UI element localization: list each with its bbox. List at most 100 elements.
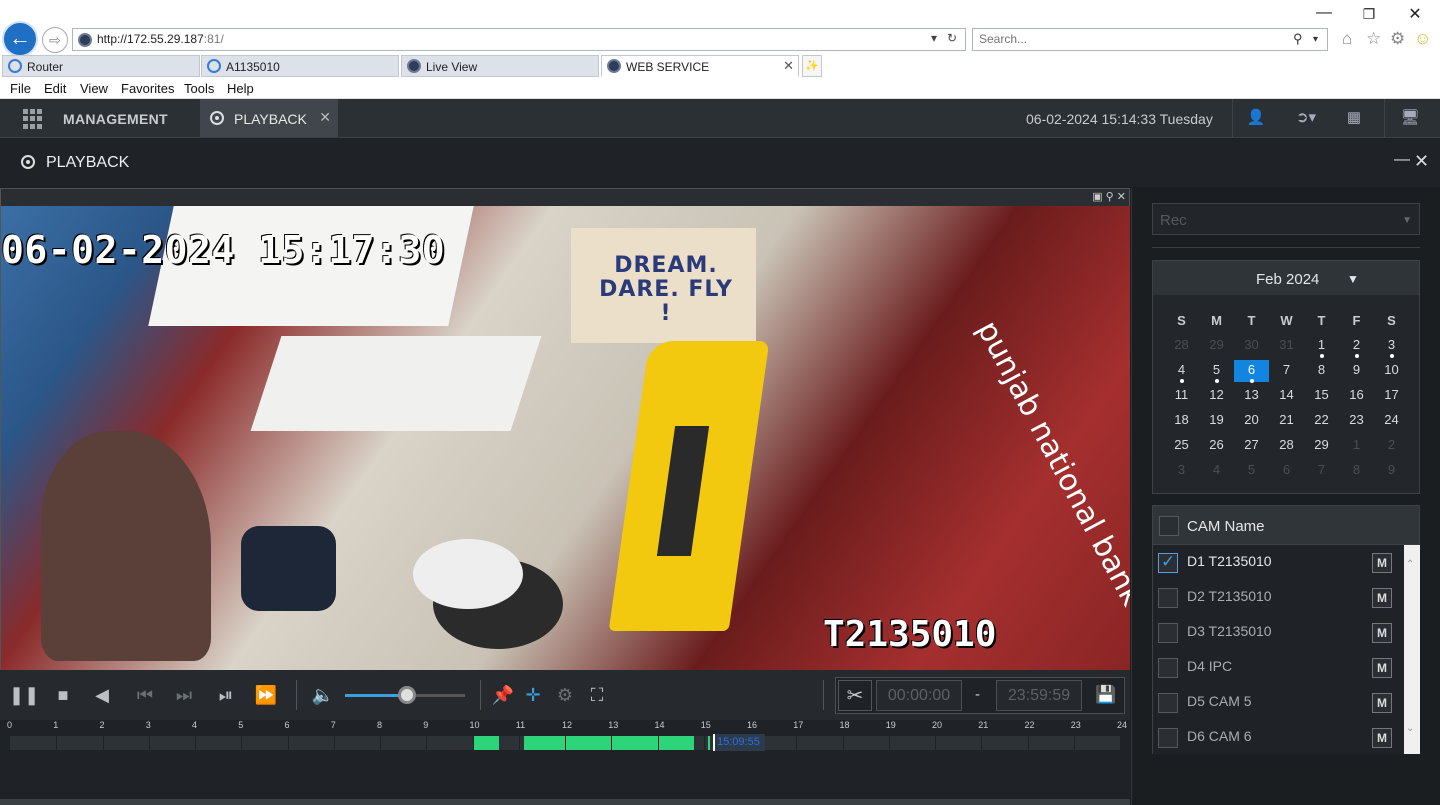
calendar-day[interactable]: 29 [1304, 435, 1339, 457]
camera-stream-button[interactable]: M [1372, 658, 1392, 678]
camera-row[interactable]: D4 IPC M [1153, 650, 1405, 685]
camera-checkbox[interactable] [1158, 658, 1178, 678]
camera-row[interactable]: D6 CAM 6 M [1153, 720, 1405, 755]
calendar-day[interactable]: 27 [1234, 435, 1269, 457]
menu-help[interactable]: Help [227, 81, 254, 96]
calendar-day[interactable]: 9 [1339, 360, 1374, 382]
playback-video[interactable]: DREAM. DARE. FLY ! punjab national bank … [1, 206, 1130, 670]
calendar-day[interactable]: 5 [1234, 460, 1269, 482]
clip-end-time[interactable]: 23:59:59 [996, 680, 1082, 711]
camera-stream-button[interactable]: M [1372, 588, 1392, 608]
camera-stream-button[interactable]: M [1372, 553, 1392, 573]
calendar-day-selected[interactable]: 6 [1234, 360, 1269, 383]
scroll-up-icon[interactable]: ⌃ [1406, 559, 1414, 570]
close-video-icon[interactable]: ✕ [1117, 191, 1126, 203]
calendar-day[interactable]: 21 [1269, 410, 1304, 432]
camera-stream-button[interactable]: M [1372, 693, 1392, 713]
menu-tools[interactable]: Tools [184, 81, 214, 96]
close-tab-icon[interactable]: ✕ [319, 109, 331, 126]
volume-icon[interactable]: 🔈 [310, 682, 336, 708]
calendar-day[interactable]: 28 [1164, 335, 1199, 357]
calendar-day[interactable]: 25 [1164, 435, 1199, 457]
calendar-day[interactable]: 20 [1234, 410, 1269, 432]
address-dropdown-icon[interactable]: ▾ [931, 31, 937, 45]
minimize-window-icon[interactable]: — [1314, 4, 1334, 22]
refresh-icon[interactable]: ↻ [947, 31, 957, 45]
calendar-day[interactable]: 8 [1339, 460, 1374, 482]
monitor-icon[interactable]: 🖥 [1399, 108, 1421, 128]
calendar-day[interactable]: 12 [1199, 385, 1234, 407]
calendar-day[interactable]: 2 [1374, 435, 1409, 457]
camera-checkbox[interactable] [1158, 552, 1178, 573]
calendar-day[interactable]: 31 [1269, 335, 1304, 357]
qr-code-icon[interactable]: ▦ [1343, 108, 1365, 128]
management-tab[interactable]: MANAGEMENT [63, 111, 168, 127]
scissors-icon[interactable]: ✂ [838, 680, 872, 711]
calendar-day[interactable]: 4 [1164, 360, 1199, 383]
save-clip-icon[interactable]: 💾 [1091, 680, 1121, 711]
search-input[interactable] [979, 32, 1279, 46]
step-forward-icon[interactable]: ⏯ [213, 682, 239, 708]
forward-icon[interactable]: ⇨ [42, 27, 68, 53]
camera-checkbox[interactable] [1158, 623, 1178, 643]
calendar-day[interactable]: 3 [1374, 335, 1409, 358]
calendar-month[interactable]: Feb 2024 [1256, 271, 1319, 288]
fast-forward-icon[interactable]: ⏩ [253, 682, 279, 708]
calendar-day[interactable]: 22 [1304, 410, 1339, 432]
favorites-star-icon[interactable]: ☆ [1366, 29, 1381, 49]
calendar-day[interactable]: 17 [1374, 385, 1409, 407]
calendar-day[interactable]: 8 [1304, 360, 1339, 382]
new-tab-icon[interactable]: ✨ [802, 55, 822, 77]
calendar-day[interactable]: 13 [1234, 385, 1269, 407]
browser-tab-a1135010[interactable]: A1135010 [201, 55, 399, 77]
calendar-day[interactable]: 18 [1164, 410, 1199, 432]
close-panel-icon[interactable]: ✕ [1414, 151, 1429, 172]
snapshot-icon[interactable]: ▣ [1092, 191, 1102, 203]
stop-icon[interactable]: ■ [50, 682, 76, 708]
month-dropdown-icon[interactable]: ▼ [1347, 272, 1359, 286]
digital-zoom-icon[interactable]: ✛ [520, 682, 546, 708]
volume-slider[interactable] [345, 686, 465, 704]
calendar-day[interactable]: 28 [1269, 435, 1304, 457]
camera-stream-button[interactable]: M [1372, 623, 1392, 643]
calendar-day[interactable]: 4 [1199, 460, 1234, 482]
search-dropdown-icon[interactable]: ▾ [1313, 34, 1318, 45]
home-icon[interactable]: ⌂ [1342, 29, 1352, 49]
timeline-cursor[interactable]: 15:09:55 [713, 734, 765, 751]
next-frame-icon[interactable]: ⏭ [171, 682, 197, 708]
calendar-day[interactable]: 15 [1304, 385, 1339, 407]
minimize-panel-icon[interactable]: — [1394, 151, 1410, 169]
zoom-icon[interactable]: ⚲ [1106, 191, 1114, 203]
calendar-day[interactable]: 29 [1199, 335, 1234, 357]
calendar-day[interactable]: 3 [1164, 460, 1199, 482]
close-window-icon[interactable]: ✕ [1405, 4, 1425, 24]
logout-menu-icon[interactable]: ➲▾ [1288, 108, 1324, 128]
calendar-day[interactable]: 9 [1374, 460, 1409, 482]
calendar-day[interactable]: 7 [1269, 360, 1304, 382]
calendar-day[interactable]: 6 [1269, 460, 1304, 482]
camera-row[interactable]: D3 T2135010 M [1153, 615, 1405, 650]
camera-row[interactable]: D1 T2135010 M [1153, 545, 1405, 580]
previous-frame-icon[interactable]: ⏮ [132, 682, 158, 708]
recording-segment[interactable] [524, 736, 695, 750]
smart-search-icon[interactable]: ⚙ [552, 682, 578, 708]
calendar-day[interactable]: 5 [1199, 360, 1234, 383]
settings-gear-icon[interactable]: ⚙ [1390, 29, 1405, 49]
calendar-day[interactable]: 1 [1304, 335, 1339, 358]
camera-stream-button[interactable]: M [1372, 728, 1392, 748]
calendar-day[interactable]: 1 [1339, 435, 1374, 457]
menu-view[interactable]: View [80, 81, 108, 96]
calendar-day[interactable]: 14 [1269, 385, 1304, 407]
calendar-day[interactable]: 16 [1339, 385, 1374, 407]
restore-window-icon[interactable]: ❐ [1359, 6, 1379, 23]
recording-segment[interactable] [707, 736, 711, 750]
browser-tab-web-service[interactable]: WEB SERVICE ✕ [601, 55, 799, 77]
camera-list-scrollbar[interactable]: ⌃ ⌄ [1404, 545, 1420, 754]
menu-favorites[interactable]: Favorites [121, 81, 174, 96]
pin-icon[interactable]: 📌 [490, 682, 516, 708]
browser-tab-live-view[interactable]: Live View [401, 55, 599, 77]
calendar-day[interactable]: 19 [1199, 410, 1234, 432]
smiley-feedback-icon[interactable]: ☺ [1414, 29, 1431, 49]
camera-checkbox[interactable] [1158, 728, 1178, 748]
pause-icon[interactable]: ❚❚ [9, 682, 39, 708]
